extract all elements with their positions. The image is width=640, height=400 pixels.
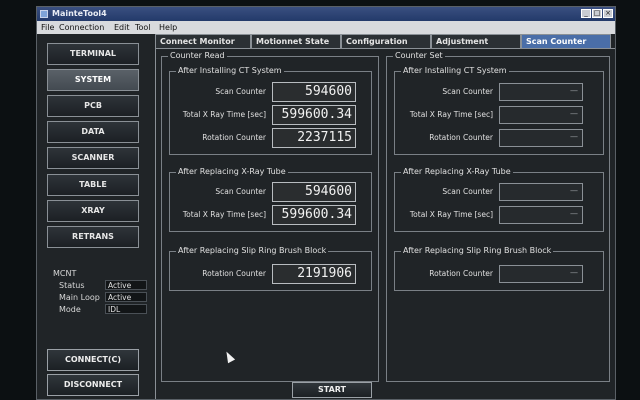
tab-scan-counter[interactable]: Scan Counter xyxy=(521,34,611,48)
set-tube-xray-input[interactable]: — xyxy=(499,206,583,224)
read-ct-scan-value: 594600 xyxy=(272,82,356,102)
nav-table-button[interactable]: TABLE xyxy=(47,174,139,196)
maintetool-window: MainteTool4 _ □ × File Connection Edit T… xyxy=(36,6,616,400)
set-tube-scan-label: Scan Counter xyxy=(442,187,493,196)
nav-terminal-button[interactable]: TERMINAL xyxy=(47,43,139,65)
read-slip-rotation-label: Rotation Counter xyxy=(202,269,266,278)
minimize-button[interactable]: _ xyxy=(581,9,591,18)
read-ct-rotation-label: Rotation Counter xyxy=(202,133,266,142)
status-label: Status xyxy=(59,281,85,290)
main-loop-value: Active xyxy=(105,292,147,302)
main-loop-label: Main Loop xyxy=(59,293,100,302)
set-ct-rotation-label: Rotation Counter xyxy=(429,133,493,142)
set-tube-scan-input[interactable]: — xyxy=(499,183,583,201)
set-xray-tube-group: After Replacing X-Ray Tube Scan Counter … xyxy=(394,167,604,232)
client-area: TERMINAL SYSTEM PCB DATA SCANNER TABLE X… xyxy=(37,34,615,399)
nav-retrans-button[interactable]: RETRANS xyxy=(47,226,139,248)
read-slip-ring-title: After Replacing Slip Ring Brush Block xyxy=(176,246,329,256)
menu-tool[interactable]: Tool xyxy=(135,21,151,34)
set-ct-system-group: After Installing CT System Scan Counter … xyxy=(394,66,604,155)
nav-system-button[interactable]: SYSTEM xyxy=(47,69,139,91)
mode-value: IDL xyxy=(105,304,147,314)
read-slip-ring-group: After Replacing Slip Ring Brush Block Ro… xyxy=(169,246,372,291)
set-xray-tube-title: After Replacing X-Ray Tube xyxy=(401,167,513,177)
tab-motionnet-state[interactable]: Motionnet State xyxy=(251,34,341,48)
counter-set-group: Counter Set After Installing CT System S… xyxy=(386,51,610,382)
read-ct-system-title: After Installing CT System xyxy=(176,66,284,76)
mode-label: Mode xyxy=(59,305,81,314)
close-button[interactable]: × xyxy=(603,9,613,18)
set-slip-rotation-label: Rotation Counter xyxy=(429,269,493,278)
read-tube-xray-label: Total X Ray Time [sec] xyxy=(182,210,266,219)
nav-pcb-button[interactable]: PCB xyxy=(47,95,139,117)
set-ct-scan-label: Scan Counter xyxy=(442,87,493,96)
read-tube-xray-value: 599600.34 xyxy=(272,205,356,225)
counter-set-title: Counter Set xyxy=(393,51,445,61)
status-value: Active xyxy=(105,280,147,290)
set-tube-xray-label: Total X Ray Time [sec] xyxy=(409,210,493,219)
mcnt-header: MCNT xyxy=(53,269,77,278)
window-title: MainteTool4 xyxy=(52,9,107,18)
nav-xray-button[interactable]: XRAY xyxy=(47,200,139,222)
menu-help[interactable]: Help xyxy=(159,21,177,34)
connect-button[interactable]: CONNECT(C) xyxy=(47,349,139,371)
counter-read-title: Counter Read xyxy=(168,51,227,61)
app-icon xyxy=(40,10,48,18)
read-ct-system-group: After Installing CT System Scan Counter … xyxy=(169,66,372,155)
tab-adjustment[interactable]: Adjustment xyxy=(431,34,521,48)
menu-edit[interactable]: Edit xyxy=(114,21,130,34)
read-ct-xray-value: 599600.34 xyxy=(272,105,356,125)
set-slip-ring-title: After Replacing Slip Ring Brush Block xyxy=(401,246,554,256)
set-ct-scan-input[interactable]: — xyxy=(499,83,583,101)
set-ct-xray-input[interactable]: — xyxy=(499,106,583,124)
menu-file[interactable]: File xyxy=(41,21,54,34)
maximize-button[interactable]: □ xyxy=(592,9,602,18)
set-slip-rotation-input[interactable]: — xyxy=(499,265,583,283)
nav-data-button[interactable]: DATA xyxy=(47,121,139,143)
nav-scanner-button[interactable]: SCANNER xyxy=(47,147,139,169)
disconnect-button[interactable]: DISCONNECT xyxy=(47,374,139,396)
set-ct-xray-label: Total X Ray Time [sec] xyxy=(409,110,493,119)
counter-read-group: Counter Read After Installing CT System … xyxy=(161,51,379,382)
read-xray-tube-group: After Replacing X-Ray Tube Scan Counter … xyxy=(169,167,372,232)
tab-configuration[interactable]: Configuration xyxy=(341,34,431,48)
title-bar[interactable]: MainteTool4 _ □ × xyxy=(37,7,615,21)
read-ct-rotation-value: 2237115 xyxy=(272,128,356,148)
tab-connect-monitor[interactable]: Connect Monitor xyxy=(155,34,251,48)
read-ct-xray-label: Total X Ray Time [sec] xyxy=(182,110,266,119)
scan-counter-panel: Counter Read After Installing CT System … xyxy=(155,48,615,399)
read-slip-rotation-value: 2191906 xyxy=(272,264,356,284)
read-ct-scan-label: Scan Counter xyxy=(215,87,266,96)
read-tube-scan-label: Scan Counter xyxy=(215,187,266,196)
read-xray-tube-title: After Replacing X-Ray Tube xyxy=(176,167,288,177)
set-ct-system-title: After Installing CT System xyxy=(401,66,509,76)
menu-connection[interactable]: Connection xyxy=(59,21,104,34)
read-tube-scan-value: 594600 xyxy=(272,182,356,202)
menu-bar: File Connection Edit Tool Help xyxy=(37,21,615,34)
set-ct-rotation-input[interactable]: — xyxy=(499,129,583,147)
start-button[interactable]: START xyxy=(292,382,372,398)
set-slip-ring-group: After Replacing Slip Ring Brush Block Ro… xyxy=(394,246,604,291)
